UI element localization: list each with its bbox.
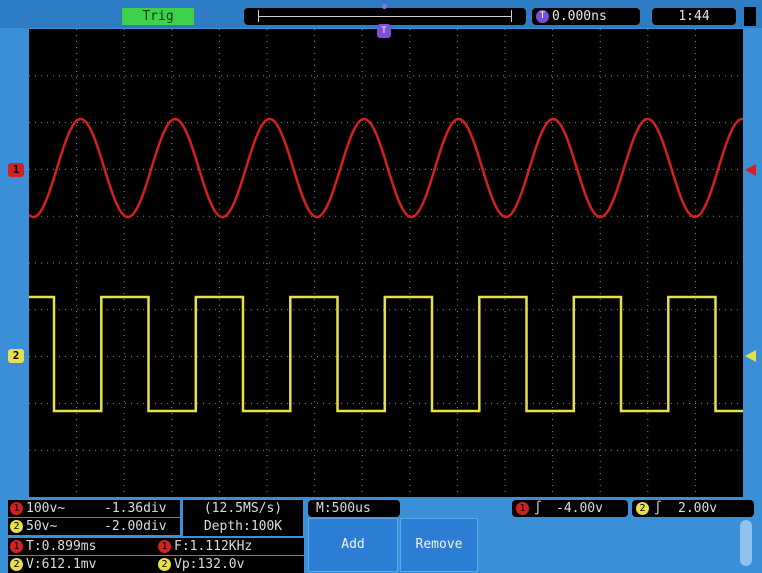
timebase-readout: M:500us <box>308 500 400 517</box>
memory-right-bracket <box>507 10 512 22</box>
remove-button[interactable]: Remove <box>400 518 478 572</box>
ch1-sine-trace <box>29 117 743 219</box>
sample-rate: (12.5MS/s) <box>203 501 283 516</box>
measurement-row-1: 1 T:0.899ms 1 F:1.112KHz <box>8 538 304 555</box>
ch1-offset-marker[interactable]: 1 <box>8 163 24 177</box>
trigger-delay-value: 0.000ns <box>552 9 607 24</box>
ch1-offset: -1.36div <box>104 501 167 516</box>
trigger-ch2-level: 2.00v <box>678 501 718 516</box>
measure-ch2-vp-icon: 2 <box>158 558 171 571</box>
ch1-vertical-info: 1 100v~ -1.36div <box>8 500 180 517</box>
ch1-scale: 100v~ <box>26 501 66 516</box>
measure-ch2-icon: 2 <box>10 558 23 571</box>
trigger-ch1-icon: 1 <box>516 502 529 515</box>
measure-voltage: V:612.1mv <box>26 557 97 572</box>
trigger-ch1-readout: 1 ∫ -4.00v <box>512 500 628 517</box>
waveform-canvas <box>29 29 743 497</box>
trigger-ch1-level: -4.00v <box>556 501 603 516</box>
trigger-position-marker[interactable]: T <box>377 24 391 38</box>
trigger-status: Trig <box>122 8 194 25</box>
ch2-square-trace <box>29 295 743 413</box>
measure-ch1-freq-icon: 1 <box>158 540 171 553</box>
ch1-icon: 1 <box>10 502 23 515</box>
ch2-offset: -2.00div <box>104 519 167 534</box>
acquisition-info: (12.5MS/s) Depth:100K <box>183 500 303 536</box>
measure-frequency: F:1.112KHz <box>174 539 253 554</box>
trigger-ch2-readout: 2 ∫ 2.00v <box>632 500 754 517</box>
oscilloscope-frame: Trig T 0.000ns 1:44 T 1 2 1 100v~ -1.36di… <box>0 0 762 573</box>
ch2-vertical-info: 2 50v~ -2.00div <box>8 518 180 535</box>
ch2-trigger-level-arrow[interactable] <box>745 350 756 362</box>
memory-position-marker <box>382 4 387 9</box>
memory-position-bar[interactable] <box>244 4 526 25</box>
battery-icon <box>744 7 756 26</box>
timebase-value: M:500us <box>316 501 371 516</box>
trigger-ch2-slope-icon: ∫ <box>654 501 662 516</box>
memory-track <box>258 16 512 17</box>
memory-depth: Depth:100K <box>203 519 283 534</box>
add-button[interactable]: Add <box>308 518 398 572</box>
clock-readout: 1:44 <box>652 8 736 25</box>
measure-period: T:0.899ms <box>26 539 97 554</box>
waveform-display <box>29 29 743 497</box>
memory-left-bracket <box>258 10 263 22</box>
ch2-icon: 2 <box>10 520 23 533</box>
ch2-scale: 50v~ <box>26 519 58 534</box>
measure-peak-voltage: Vp:132.0v <box>174 557 245 572</box>
scroll-handle[interactable] <box>740 520 752 566</box>
measurement-row-2: 2 V:612.1mv 2 Vp:132.0v <box>8 556 304 573</box>
ch1-trigger-level-arrow[interactable] <box>745 164 756 176</box>
trigger-ch2-icon: 2 <box>636 502 649 515</box>
ch2-offset-marker[interactable]: 2 <box>8 349 24 363</box>
measure-ch1-icon: 1 <box>10 540 23 553</box>
trigger-ch1-slope-icon: ∫ <box>534 501 542 516</box>
trigger-delay-icon: T <box>536 10 549 23</box>
trigger-delay-readout: T 0.000ns <box>532 8 640 25</box>
